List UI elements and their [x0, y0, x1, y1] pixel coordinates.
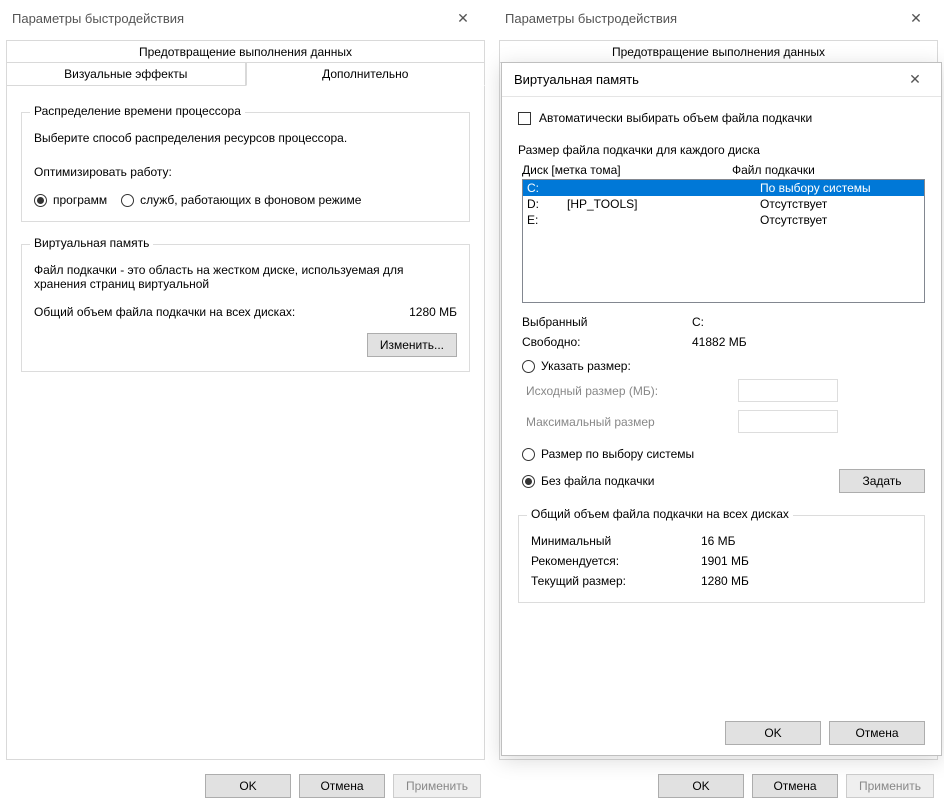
drive-row[interactable]: C: По выбору системы [523, 180, 924, 196]
cancel-button[interactable]: Отмена [752, 774, 838, 798]
auto-manage-label: Автоматически выбирать объем файла подка… [539, 111, 812, 125]
initial-size-label: Исходный размер (МБ): [526, 384, 658, 398]
cur-value: 1280 МБ [701, 574, 912, 588]
radio-programs[interactable]: программ [34, 193, 107, 207]
min-value: 16 МБ [701, 534, 912, 548]
tab-advanced[interactable]: Дополнительно [246, 62, 486, 86]
radio-services-label: служб, работающих в фоновом режиме [140, 193, 361, 207]
drive-list[interactable]: C: По выбору системы D: [HP_TOOLS] Отсут… [522, 179, 925, 303]
drive-label: [HP_TOOLS] [567, 197, 760, 211]
ok-button[interactable]: OK [658, 774, 744, 798]
radio-system-managed[interactable]: Размер по выбору системы [522, 447, 911, 461]
drive-label [567, 213, 760, 227]
free-space-value: 41882 МБ [692, 335, 925, 349]
vm-total-label: Общий объем файла подкачки на всех диска… [34, 305, 295, 319]
initial-size-input [738, 379, 838, 402]
auto-manage-checkbox[interactable]: Автоматически выбирать объем файла подка… [518, 111, 925, 125]
window-titlebar-left: Параметры быстродействия ✕ [0, 0, 491, 36]
virtual-memory-dialog: Виртуальная память ✕ Автоматически выбир… [501, 62, 942, 756]
radio-custom-label: Указать размер: [541, 359, 631, 373]
cancel-button[interactable]: Отмена [299, 774, 385, 798]
group-cpu-scheduling: Распределение времени процессора Выберит… [21, 112, 470, 222]
col-drive-header: Диск [метка тома] [522, 163, 732, 177]
rec-value: 1901 МБ [701, 554, 912, 568]
window-title: Параметры быстродействия [505, 11, 677, 26]
ok-button[interactable]: OK [205, 774, 291, 798]
drive-file: Отсутствует [760, 197, 920, 211]
cpu-desc: Выберите способ распределения ресурсов п… [34, 131, 457, 145]
free-space-label: Свободно: [522, 335, 692, 349]
drive-letter: E: [527, 213, 567, 227]
close-icon[interactable]: ✕ [896, 4, 936, 32]
drive-label [567, 181, 760, 195]
close-icon[interactable]: ✕ [443, 4, 483, 32]
drive-file: Отсутствует [760, 213, 920, 227]
drive-letter: D: [527, 197, 567, 211]
drive-row[interactable]: D: [HP_TOOLS] Отсутствует [523, 196, 924, 212]
window-titlebar-right: Параметры быстродействия ✕ [493, 0, 944, 36]
max-size-label: Максимальный размер [526, 415, 655, 429]
tab-dep[interactable]: Предотвращение выполнения данных [499, 40, 938, 63]
group-title: Виртуальная память [30, 236, 153, 250]
dialog-title: Виртуальная память [514, 72, 639, 87]
group-title: Распределение времени процессора [30, 104, 245, 118]
group-virtual-memory: Виртуальная память Файл подкачки - это о… [21, 244, 470, 372]
tab-dep[interactable]: Предотвращение выполнения данных [6, 40, 485, 63]
radio-no-paging[interactable]: Без файла подкачки [522, 474, 654, 488]
cpu-optimize-label: Оптимизировать работу: [34, 165, 457, 179]
group-title: Общий объем файла подкачки на всех диска… [527, 507, 793, 521]
max-size-input [738, 410, 838, 433]
col-file-header: Файл подкачки [732, 163, 815, 177]
cancel-button[interactable]: Отмена [829, 721, 925, 745]
radio-background-services[interactable]: служб, работающих в фоновом режиме [121, 193, 361, 207]
apply-button: Применить [846, 774, 934, 798]
radio-none-label: Без файла подкачки [541, 474, 654, 488]
selected-drive-label: Выбранный [522, 315, 692, 329]
window-title: Параметры быстродействия [12, 11, 184, 26]
tab-content-advanced: Распределение времени процессора Выберит… [6, 85, 485, 760]
apply-button: Применить [393, 774, 481, 798]
selected-drive-value: C: [692, 315, 925, 329]
radio-programs-label: программ [53, 193, 107, 207]
drive-row[interactable]: E: Отсутствует [523, 212, 924, 228]
group-totals: Общий объем файла подкачки на всех диска… [518, 515, 925, 603]
drive-file: По выбору системы [760, 181, 920, 195]
drive-letter: C: [527, 181, 567, 195]
tab-visual-effects[interactable]: Визуальные эффекты [6, 62, 246, 86]
vm-desc: Файл подкачки - это область на жестком д… [34, 263, 414, 291]
cur-label: Текущий размер: [531, 574, 701, 588]
change-button[interactable]: Изменить... [367, 333, 457, 357]
radio-system-label: Размер по выбору системы [541, 447, 694, 461]
set-button[interactable]: Задать [839, 469, 925, 493]
per-drive-label: Размер файла подкачки для каждого диска [518, 143, 925, 157]
vm-total-value: 1280 МБ [409, 305, 457, 319]
rec-label: Рекомендуется: [531, 554, 701, 568]
close-icon[interactable]: ✕ [895, 66, 935, 94]
min-label: Минимальный [531, 534, 701, 548]
radio-custom-size[interactable]: Указать размер: [522, 359, 911, 373]
ok-button[interactable]: OK [725, 721, 821, 745]
